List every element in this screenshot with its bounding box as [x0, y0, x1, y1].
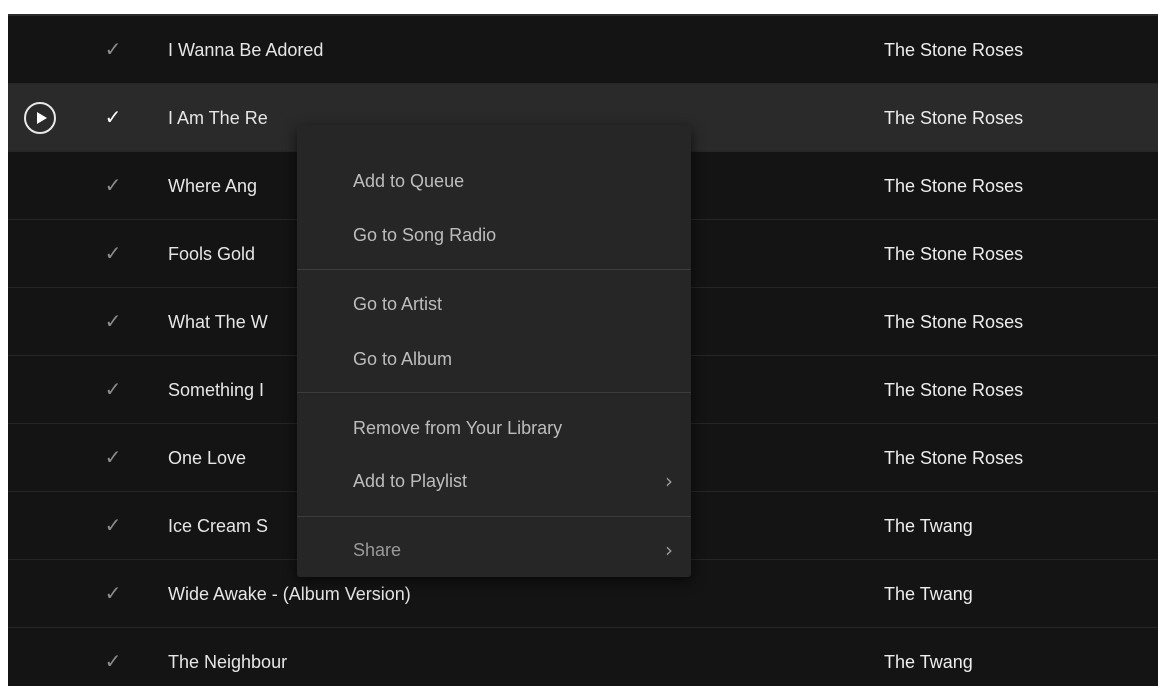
track-title[interactable]: One Love	[168, 446, 246, 470]
track-title[interactable]: Where Ang	[168, 174, 257, 198]
track-context-menu: Add to Queue Go to Song Radio Go to Arti…	[297, 125, 691, 577]
track-title[interactable]: I Wanna Be Adored	[168, 38, 323, 62]
menu-item-go-to-artist[interactable]: Go to Artist	[297, 282, 691, 326]
checkmark-icon[interactable]: ✓	[102, 514, 124, 536]
play-circle-icon[interactable]	[24, 102, 56, 134]
track-artist[interactable]: The Twang	[884, 514, 973, 538]
menu-item-label: Share	[353, 540, 402, 560]
track-title[interactable]: Something I	[168, 378, 264, 402]
track-artist[interactable]: The Stone Roses	[884, 446, 1023, 470]
track-title[interactable]: Wide Awake - (Album Version)	[168, 582, 411, 606]
chevron-right-icon: ›	[665, 469, 673, 493]
play-triangle	[37, 112, 47, 124]
track-artist[interactable]: The Twang	[884, 650, 973, 674]
library-tracklist-view: ✓ I Wanna Be Adored The Stone Roses ✓ I …	[8, 14, 1158, 686]
track-artist[interactable]: The Twang	[884, 582, 973, 606]
track-artist[interactable]: The Stone Roses	[884, 310, 1023, 334]
track-artist[interactable]: The Stone Roses	[884, 242, 1023, 266]
menu-item-go-to-song-radio[interactable]: Go to Song Radio	[297, 213, 691, 257]
checkmark-icon[interactable]: ✓	[102, 242, 124, 264]
menu-item-add-to-queue[interactable]: Add to Queue	[297, 159, 691, 203]
checkmark-icon[interactable]: ✓	[102, 174, 124, 196]
menu-item-label: Add to Playlist	[353, 471, 468, 491]
track-row[interactable]: ✓ The Neighbour The Twang	[8, 628, 1158, 686]
checkmark-icon[interactable]: ✓	[102, 650, 124, 672]
checkmark-icon[interactable]: ✓	[102, 310, 124, 332]
track-row[interactable]: ✓ I Wanna Be Adored The Stone Roses	[8, 16, 1158, 84]
track-title[interactable]: Fools Gold	[168, 242, 255, 266]
track-title[interactable]: What The W	[168, 310, 268, 334]
track-title[interactable]: The Neighbour	[168, 650, 287, 674]
checkmark-icon[interactable]: ✓	[102, 582, 124, 604]
chevron-right-icon: ›	[665, 538, 673, 562]
checkmark-icon[interactable]: ✓	[102, 378, 124, 400]
track-artist[interactable]: The Stone Roses	[884, 378, 1023, 402]
menu-item-add-to-playlist[interactable]: Add to Playlist ›	[297, 459, 691, 503]
menu-separator	[297, 516, 691, 517]
menu-item-go-to-album[interactable]: Go to Album	[297, 337, 691, 381]
track-title[interactable]: I Am The Re	[168, 106, 268, 130]
menu-item-remove-from-library[interactable]: Remove from Your Library	[297, 406, 691, 450]
track-artist[interactable]: The Stone Roses	[884, 38, 1023, 62]
menu-separator	[297, 269, 691, 270]
menu-item-share[interactable]: Share ›	[297, 528, 691, 572]
track-title[interactable]: Ice Cream S	[168, 514, 268, 538]
track-artist[interactable]: The Stone Roses	[884, 174, 1023, 198]
checkmark-icon[interactable]: ✓	[102, 446, 124, 468]
menu-separator	[297, 392, 691, 393]
checkmark-icon[interactable]: ✓	[102, 106, 124, 128]
checkmark-icon[interactable]: ✓	[102, 38, 124, 60]
track-artist[interactable]: The Stone Roses	[884, 106, 1023, 130]
